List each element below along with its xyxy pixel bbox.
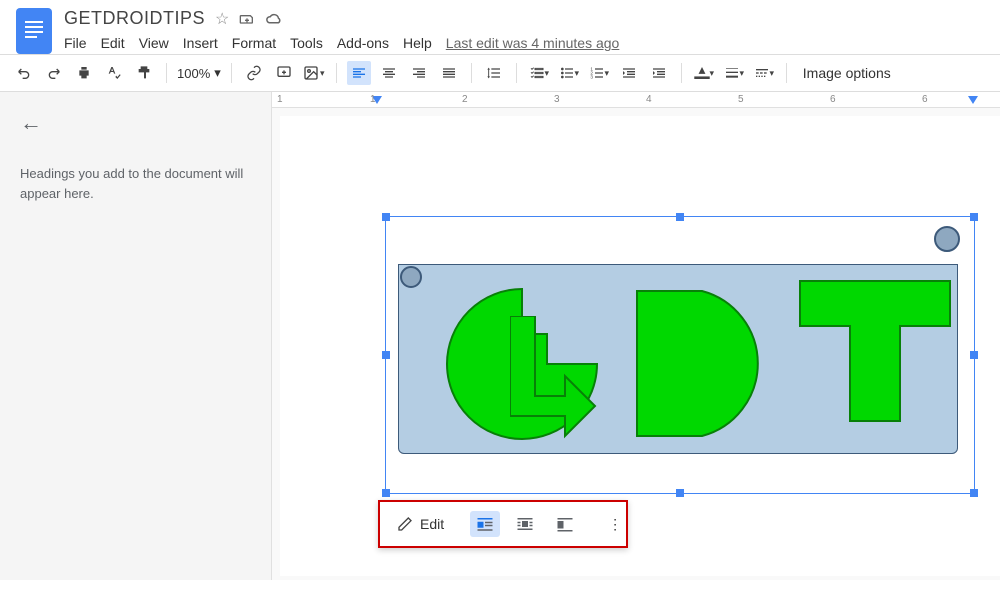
- wrap-inline-button[interactable]: [470, 511, 500, 537]
- redo-button[interactable]: [42, 61, 66, 85]
- docs-logo[interactable]: [16, 8, 52, 54]
- more-vertical-icon: ⋮: [606, 515, 624, 533]
- menu-edit[interactable]: Edit: [101, 35, 125, 51]
- wrap-text-button[interactable]: [510, 511, 540, 537]
- align-right-button[interactable]: [407, 61, 431, 85]
- indent-decrease-button[interactable]: [617, 61, 641, 85]
- indent-increase-button[interactable]: [647, 61, 671, 85]
- image-options-button[interactable]: Image options: [797, 65, 897, 81]
- resize-handle[interactable]: [970, 213, 978, 221]
- resize-handle[interactable]: [382, 489, 390, 497]
- last-edit-link[interactable]: Last edit was 4 minutes ago: [446, 35, 620, 51]
- resize-handle[interactable]: [970, 489, 978, 497]
- star-icon[interactable]: ☆: [215, 9, 229, 29]
- outline-panel: ← Headings you add to the document will …: [0, 92, 272, 580]
- wrap-break-button[interactable]: [550, 511, 580, 537]
- align-center-button[interactable]: [377, 61, 401, 85]
- menu-insert[interactable]: Insert: [183, 35, 218, 51]
- menu-format[interactable]: Format: [232, 35, 276, 51]
- line-spacing-button[interactable]: [482, 61, 506, 85]
- border-dash-button[interactable]: ▾: [752, 61, 776, 85]
- outline-hint: Headings you add to the document will ap…: [20, 164, 251, 203]
- zoom-select[interactable]: 100%▾: [177, 65, 221, 81]
- image-button[interactable]: ▾: [302, 61, 326, 85]
- resize-handle[interactable]: [676, 213, 684, 221]
- numbered-list-button[interactable]: 123▾: [587, 61, 611, 85]
- menu-view[interactable]: View: [139, 35, 169, 51]
- svg-text:3: 3: [590, 74, 593, 79]
- outline-close-icon[interactable]: ←: [20, 110, 251, 136]
- resize-handle[interactable]: [382, 213, 390, 221]
- paint-format-button[interactable]: [132, 61, 156, 85]
- resize-handle[interactable]: [970, 351, 978, 359]
- undo-button[interactable]: [12, 61, 36, 85]
- checklist-button[interactable]: ▾: [527, 61, 551, 85]
- ruler[interactable]: 1 1 2 3 4 5 6 6: [272, 92, 1000, 108]
- comment-button[interactable]: [272, 61, 296, 85]
- more-options-button[interactable]: ⋮: [600, 511, 630, 537]
- spellcheck-button[interactable]: [102, 61, 126, 85]
- border-color-button[interactable]: ▾: [692, 61, 716, 85]
- image-floating-toolbar: Edit ⋮: [378, 500, 628, 548]
- embedded-drawing[interactable]: [390, 224, 968, 482]
- resize-handle[interactable]: [382, 351, 390, 359]
- menu-file[interactable]: File: [64, 35, 87, 51]
- move-icon[interactable]: [239, 11, 255, 27]
- align-left-button[interactable]: [347, 61, 371, 85]
- document-title[interactable]: GETDROIDTIPS: [64, 8, 205, 29]
- menu-help[interactable]: Help: [403, 35, 432, 51]
- edit-drawing-button[interactable]: Edit: [390, 511, 450, 537]
- align-justify-button[interactable]: [437, 61, 461, 85]
- pencil-icon: [396, 515, 414, 533]
- menu-addons[interactable]: Add-ons: [337, 35, 389, 51]
- bullet-list-button[interactable]: ▾: [557, 61, 581, 85]
- toolbar: 100%▾ ▾ ▾ ▾ 123▾ ▾ ▾ ▾ Image options: [0, 54, 1000, 92]
- border-weight-button[interactable]: ▾: [722, 61, 746, 85]
- print-button[interactable]: [72, 61, 96, 85]
- link-button[interactable]: [242, 61, 266, 85]
- menu-tools[interactable]: Tools: [290, 35, 323, 51]
- cloud-icon[interactable]: [265, 12, 283, 26]
- resize-handle[interactable]: [676, 489, 684, 497]
